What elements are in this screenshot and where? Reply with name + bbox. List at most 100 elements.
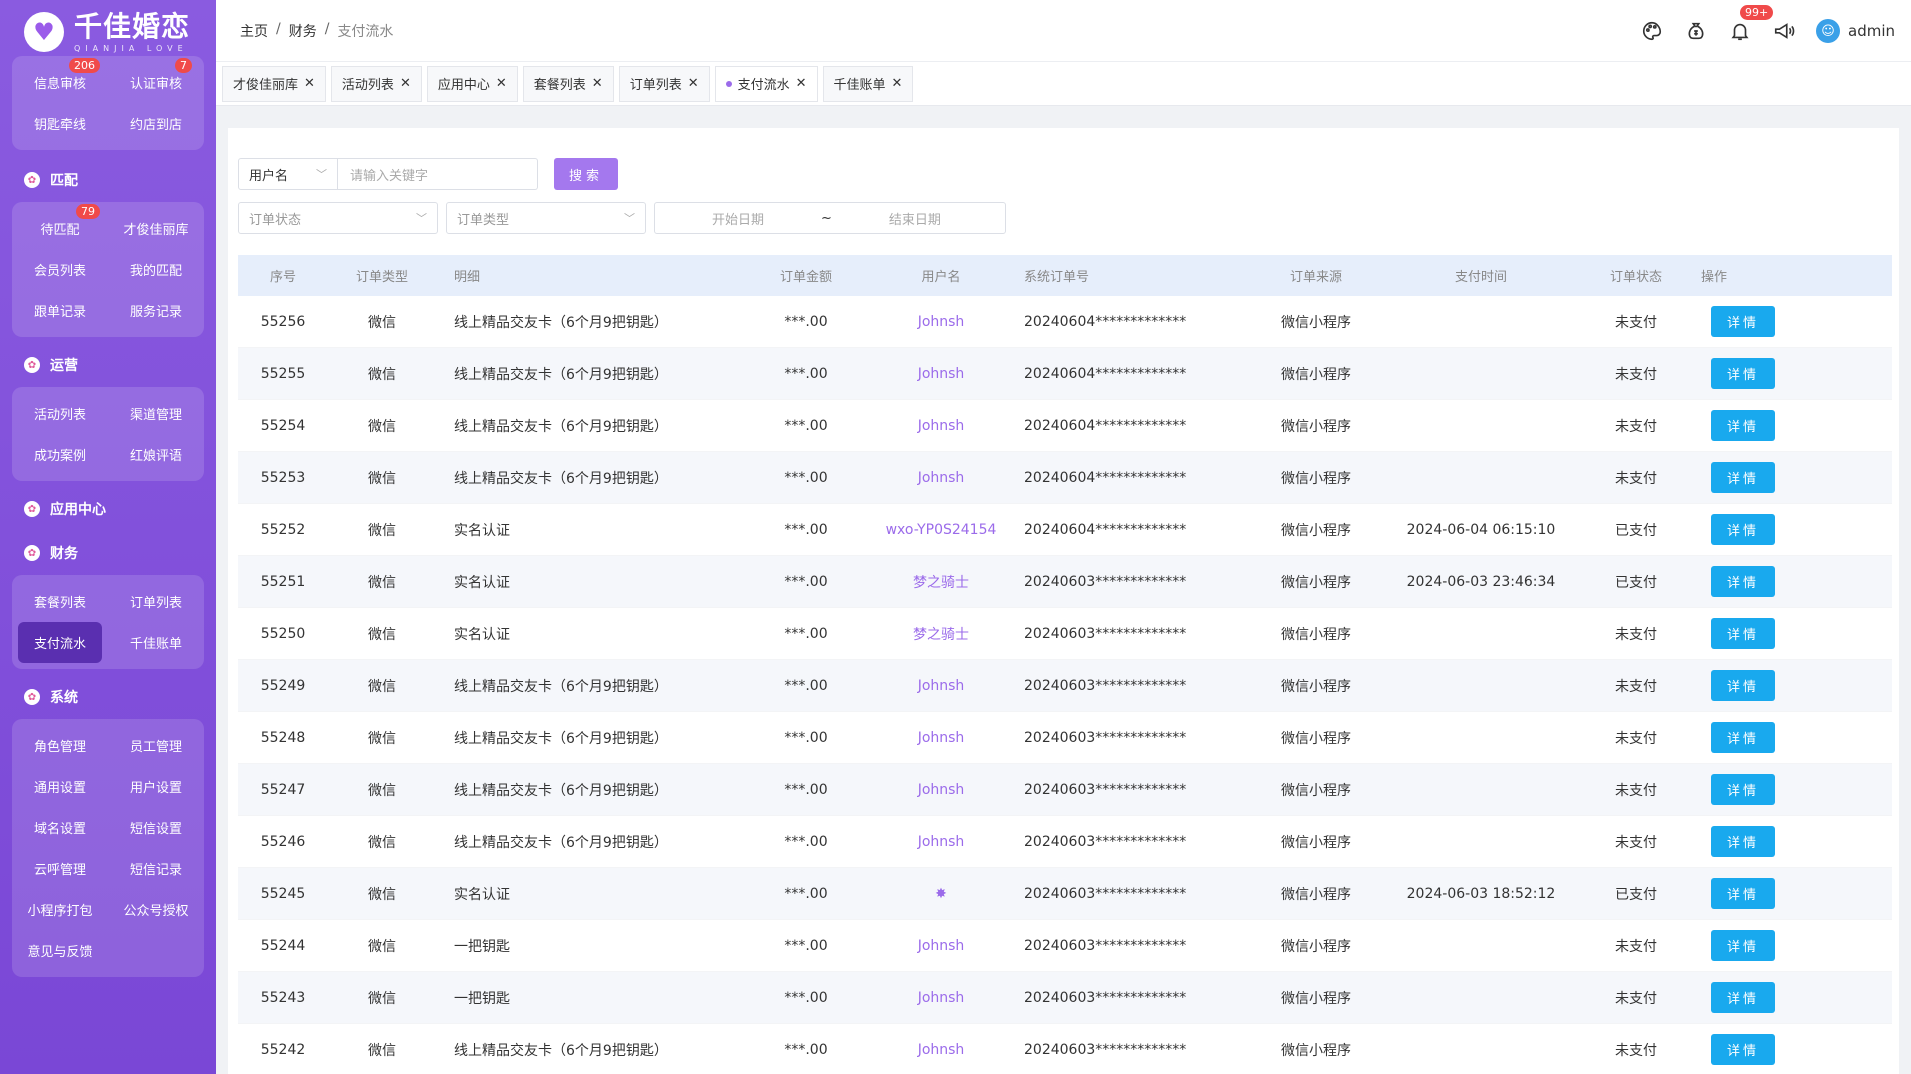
close-icon[interactable]: ✕ (592, 76, 603, 91)
sidebar-item[interactable]: 角色管理 (18, 725, 102, 766)
cell-status: 未支付 (1615, 1042, 1657, 1059)
sidebar-item[interactable]: 约店到店 (114, 103, 198, 144)
cell-username[interactable]: Johnsh (876, 730, 1006, 746)
close-icon[interactable]: ✕ (688, 76, 699, 91)
detail-button[interactable]: 详情 (1711, 1034, 1775, 1065)
detail-button[interactable]: 详情 (1711, 306, 1775, 337)
tab-0[interactable]: 才俊佳丽库 ✕ (222, 65, 326, 102)
order-status-select[interactable]: 订单状态 ﹀ (238, 202, 438, 234)
detail-button[interactable]: 详情 (1711, 514, 1775, 545)
cell-username[interactable]: Johnsh (876, 470, 1006, 486)
sidebar-item[interactable]: 通用设置 (18, 766, 102, 807)
sidebar-item[interactable]: 红娘评语 (114, 434, 198, 475)
sidebar-item[interactable]: 服务记录 (114, 290, 198, 331)
detail-button[interactable]: 详情 (1711, 878, 1775, 909)
breadcrumb-home[interactable]: 主页 (240, 21, 268, 41)
detail-button[interactable]: 详情 (1711, 358, 1775, 389)
sidebar-section-4[interactable]: ✿ 系统 (0, 675, 216, 719)
sidebar-item[interactable]: 钥匙牵线 (18, 103, 102, 144)
sidebar-item[interactable]: 跟单记录 (18, 290, 102, 331)
sidebar-section-title: 匹配 (50, 173, 78, 189)
sidebar-item[interactable]: 短信记录 (114, 848, 198, 889)
sidebar-item[interactable]: 支付流水 (18, 622, 102, 663)
sidebar-item[interactable]: 员工管理 (114, 725, 198, 766)
sidebar-item[interactable]: 意见与反馈 (18, 930, 102, 971)
cell-username[interactable]: wxo-YP0S24154 (876, 522, 1006, 538)
sidebar-item[interactable]: 活动列表 (18, 393, 102, 434)
close-icon[interactable]: ✕ (400, 76, 411, 91)
sidebar-item[interactable]: 信息审核 206 (18, 58, 102, 103)
cell-username[interactable]: 梦之骑士 (876, 572, 1006, 592)
tab-4[interactable]: 订单列表 ✕ (618, 65, 710, 102)
detail-button[interactable]: 详情 (1711, 618, 1775, 649)
detail-button[interactable]: 详情 (1711, 410, 1775, 441)
cell-username[interactable]: Johnsh (876, 678, 1006, 694)
username[interactable]: admin (1848, 22, 1895, 40)
cell-username[interactable]: Johnsh (876, 366, 1006, 382)
brand-name: 千佳婚恋 (74, 9, 191, 43)
cell-username[interactable]: Johnsh (876, 834, 1006, 850)
sidebar-item[interactable]: 认证审核 7 (114, 58, 198, 103)
end-date-input[interactable]: 结束日期 (832, 209, 998, 228)
sidebar-item[interactable]: 云呼管理 (18, 848, 102, 889)
cell-type: 微信 (368, 366, 396, 383)
cell-username[interactable]: Johnsh (876, 418, 1006, 434)
tab-1[interactable]: 活动列表 ✕ (330, 65, 422, 102)
detail-button[interactable]: 详情 (1711, 982, 1775, 1013)
sidebar-item[interactable]: 用户设置 (114, 766, 198, 807)
close-icon[interactable]: ✕ (496, 76, 507, 91)
breadcrumb-finance[interactable]: 财务 (289, 21, 317, 41)
cell-username[interactable]: ✸ (876, 886, 1006, 902)
flower-icon: ✿ (24, 689, 40, 705)
tab-5[interactable]: 支付流水 ✕ (714, 65, 818, 102)
cell-username[interactable]: Johnsh (876, 1042, 1006, 1058)
sidebar-section-0[interactable]: ✿ 匹配 (0, 158, 216, 202)
tab-2[interactable]: 应用中心 ✕ (426, 65, 518, 102)
search-button[interactable]: 搜索 (554, 158, 618, 190)
bell-icon[interactable]: 99+ (1728, 5, 1774, 43)
detail-button[interactable]: 详情 (1711, 826, 1775, 857)
start-date-input[interactable]: 开始日期 (655, 209, 821, 228)
cell-username[interactable]: Johnsh (876, 990, 1006, 1006)
sidebar-item[interactable]: 套餐列表 (18, 581, 102, 622)
field-select[interactable]: 用户名 ﹀ (238, 158, 338, 190)
detail-button[interactable]: 详情 (1711, 930, 1775, 961)
sidebar-item[interactable]: 订单列表 (114, 581, 198, 622)
sidebar-item[interactable]: 待匹配 79 (18, 204, 102, 249)
sidebar-item[interactable]: 成功案例 (18, 434, 102, 475)
close-icon[interactable]: ✕ (892, 76, 903, 91)
money-bag-icon[interactable] (1684, 19, 1708, 43)
avatar[interactable]: ☺ (1816, 19, 1840, 43)
sidebar-item[interactable]: 短信设置 (114, 807, 198, 848)
tab-3[interactable]: 套餐列表 ✕ (522, 65, 614, 102)
close-icon[interactable]: ✕ (304, 76, 315, 91)
cell-username[interactable]: Johnsh (876, 938, 1006, 954)
cell-username[interactable]: Johnsh (876, 314, 1006, 330)
sidebar-item[interactable]: 千佳账单 (114, 622, 198, 663)
sidebar-item[interactable]: 域名设置 (18, 807, 102, 848)
cell-username[interactable]: Johnsh (876, 782, 1006, 798)
detail-button[interactable]: 详情 (1711, 670, 1775, 701)
detail-button[interactable]: 详情 (1711, 722, 1775, 753)
sidebar-section-2[interactable]: ✿ 应用中心 (0, 487, 216, 531)
tab-6[interactable]: 千佳账单 ✕ (822, 65, 914, 102)
sidebar-item[interactable]: 小程序打包 (18, 889, 102, 930)
sidebar-item[interactable]: 我的匹配 (114, 249, 198, 290)
order-type-select[interactable]: 订单类型 ﹀ (446, 202, 646, 234)
megaphone-icon[interactable] (1772, 19, 1796, 43)
sidebar-item[interactable]: 会员列表 (18, 249, 102, 290)
sidebar-item[interactable]: 才俊佳丽库 (114, 208, 198, 249)
keyword-input[interactable]: 请输入关键字 (338, 158, 538, 190)
date-range-picker[interactable]: 开始日期 ~ 结束日期 (654, 202, 1006, 234)
sidebar-section-3[interactable]: ✿ 财务 (0, 531, 216, 575)
logo[interactable]: ♥ 千佳婚恋 QIANJIA LOVE (0, 0, 216, 64)
palette-icon[interactable] (1640, 19, 1664, 43)
detail-button[interactable]: 详情 (1711, 774, 1775, 805)
close-icon[interactable]: ✕ (796, 76, 807, 91)
detail-button[interactable]: 详情 (1711, 462, 1775, 493)
sidebar-section-1[interactable]: ✿ 运营 (0, 343, 216, 387)
sidebar-item[interactable]: 公众号授权 (114, 889, 198, 930)
detail-button[interactable]: 详情 (1711, 566, 1775, 597)
sidebar-item[interactable]: 渠道管理 (114, 393, 198, 434)
cell-username[interactable]: 梦之骑士 (876, 624, 1006, 644)
